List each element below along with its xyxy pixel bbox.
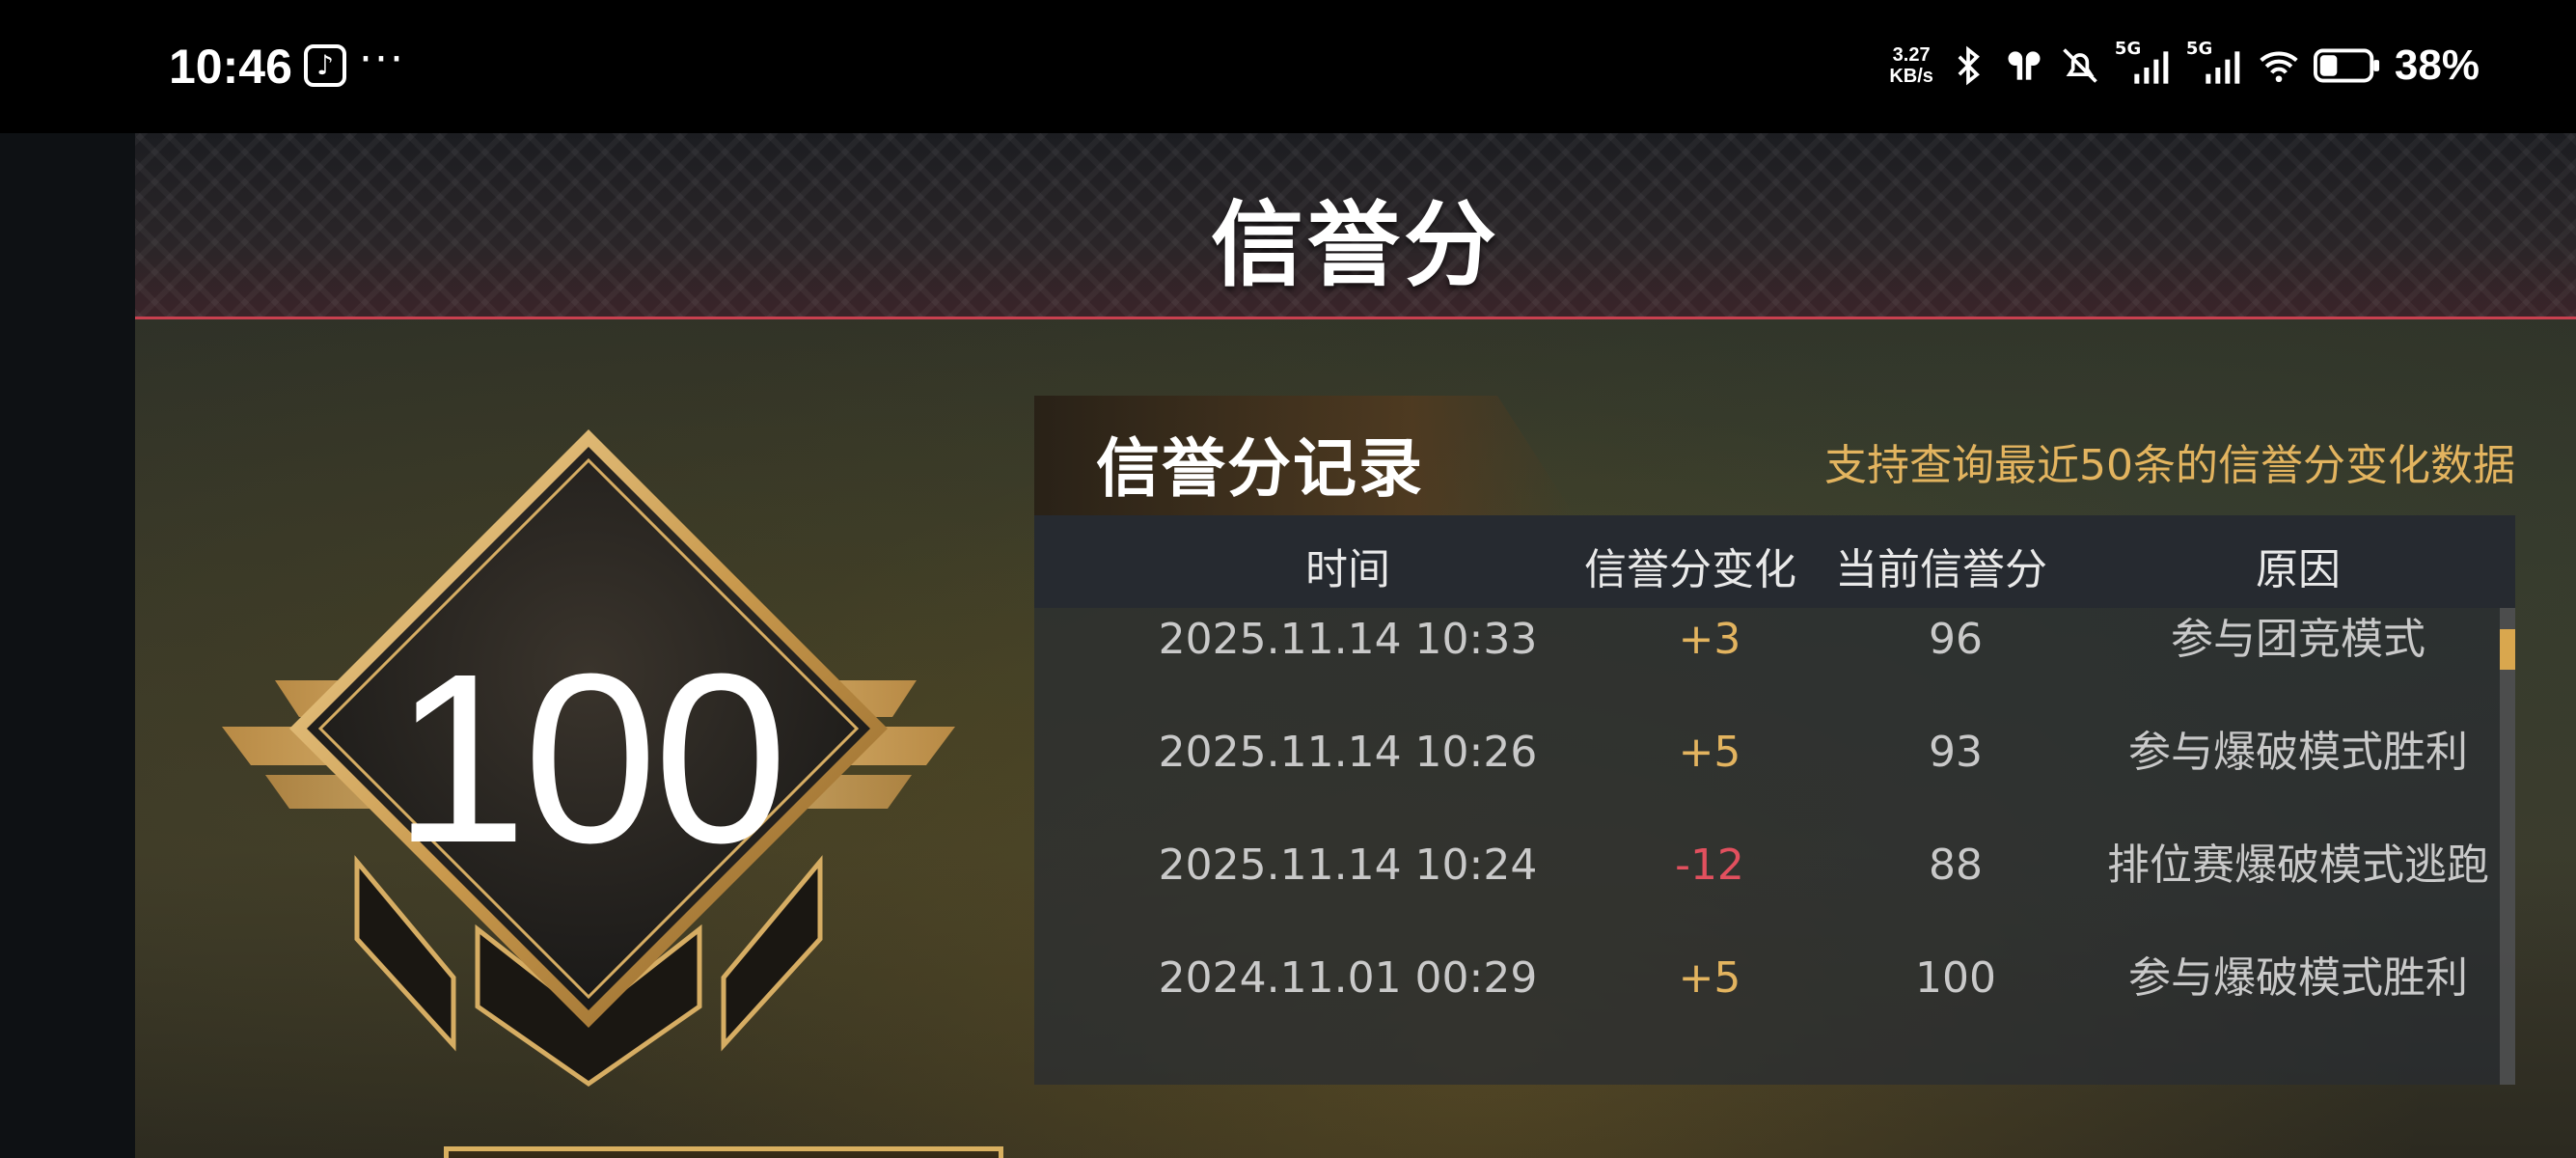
records-header: 信誉分记录 支持查询最近50条的信誉分变化数据 [1034, 396, 2515, 515]
records-note: 支持查询最近50条的信誉分变化数据 [1824, 441, 2515, 490]
table-scrollbar[interactable] [2500, 608, 2515, 1085]
wifi-icon [2260, 51, 2298, 83]
row-current: 93 [1929, 728, 1983, 777]
network-speed: 3.27 KB/s [1889, 44, 1933, 87]
row-time: 2025.11.14 10:26 [1158, 728, 1538, 777]
row-current: 100 [1915, 953, 1996, 1003]
battery-icon [2313, 48, 2379, 83]
records-table[interactable]: 时间 信誉分变化 当前信誉分 原因 2025.11.14 10:33 +3 96… [1034, 515, 2515, 1085]
mute-icon [2063, 48, 2097, 83]
page-header: 信誉分 [135, 133, 2576, 319]
row-reason: 参与爆破模式胜利 [2128, 728, 2468, 777]
tiktok-icon: ♪ [304, 44, 346, 87]
network-speed-value: 3.27 [1892, 44, 1931, 66]
table-row: 2025.11.14 10:26 +5 93 参与爆破模式胜利 [1034, 696, 2486, 809]
table-row: 2025.11.14 10:33 +3 96 参与团竞模式 [1034, 583, 2486, 696]
page-title: 信誉分 [1211, 191, 1500, 299]
score-badge: 100 [222, 418, 955, 1093]
row-reason: 参与爆破模式胜利 [2128, 953, 2468, 1003]
records-title: 信誉分记录 [1096, 431, 1424, 506]
bluetooth-icon [1958, 45, 1980, 86]
signal-icon-2: 5G [2186, 39, 2244, 87]
earbuds-icon [2008, 51, 2041, 80]
row-time: 2024.11.01 00:29 [1158, 953, 1538, 1003]
table-row: 2025.11.14 10:24 -12 88 排位赛爆破模式逃跑 [1034, 809, 2489, 922]
network-speed-unit: KB/s [1889, 66, 1933, 87]
signal-icon: 5G [2115, 39, 2173, 87]
row-current: 88 [1929, 841, 1983, 890]
row-change: +5 [1678, 728, 1741, 777]
left-edge-strip [0, 133, 135, 1158]
row-reason: 排位赛爆破模式逃跑 [2107, 841, 2489, 890]
status-bar: 10:46 ♪ ··· 3.27 KB/s 5G 5G 38% [0, 0, 2576, 133]
row-current: 96 [1929, 615, 1983, 664]
table-row: 2024.11.01 00:29 +5 100 参与爆破模式胜利 [1034, 922, 2486, 1034]
credit-score-screen: 信誉分 100 信誉分记录 支持查询最近50条的信誉分变化数据 时间 信誉分变化… [135, 133, 2576, 1158]
row-change: -12 [1675, 841, 1744, 890]
scrollbar-thumb[interactable] [2500, 629, 2515, 670]
bottom-button[interactable] [444, 1146, 1003, 1158]
row-time: 2025.11.14 10:33 [1158, 615, 1538, 664]
status-time: 10:46 [169, 40, 292, 94]
more-dots-icon: ··· [359, 35, 405, 84]
row-change: +5 [1678, 953, 1741, 1003]
battery-percent: 38% [2394, 41, 2480, 89]
row-time: 2025.11.14 10:24 [1158, 841, 1538, 890]
status-icons: 3.27 KB/s 5G 5G 38% [1889, 37, 2480, 95]
row-change: +3 [1678, 615, 1741, 664]
row-reason: 参与团竞模式 [2171, 615, 2425, 664]
credit-score-value: 100 [393, 623, 787, 893]
